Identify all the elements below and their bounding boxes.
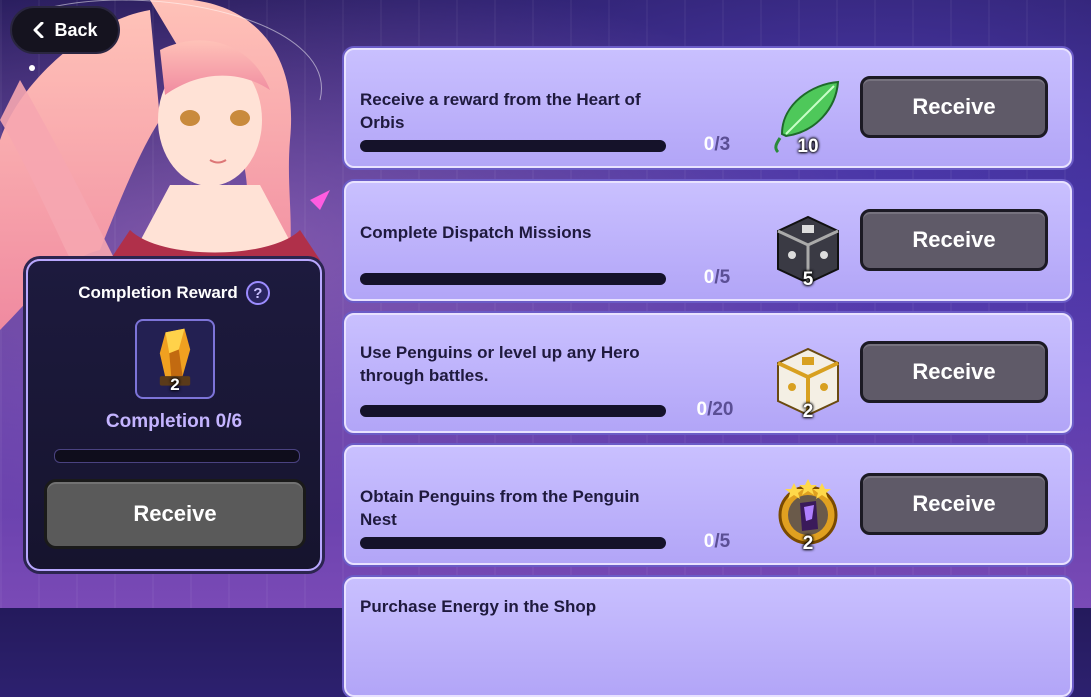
progress-total: /5 bbox=[714, 267, 731, 288]
progress-total: /3 bbox=[714, 134, 731, 155]
completion-reward-count: 2 bbox=[170, 375, 180, 394]
progress-current: 0 bbox=[703, 531, 715, 552]
mission-progress-bar bbox=[360, 537, 666, 549]
mission-reward[interactable]: 2 bbox=[772, 471, 844, 557]
reward-qty: 2 bbox=[802, 401, 814, 422]
mission-progress: 0/5 bbox=[692, 531, 742, 553]
reward-qty: 5 bbox=[802, 269, 814, 290]
receive-button[interactable]: Receive bbox=[860, 473, 1048, 535]
reward-qty: 2 bbox=[802, 533, 814, 554]
receive-button[interactable]: Receive bbox=[860, 341, 1048, 403]
mission-progress: 0/20 bbox=[680, 399, 750, 421]
mission-reward[interactable]: 5 bbox=[772, 207, 844, 293]
mission-progress: 0/5 bbox=[692, 267, 742, 289]
completion-progress-bar bbox=[54, 449, 300, 463]
receive-button[interactable]: Receive bbox=[860, 76, 1048, 138]
mission-reward[interactable]: 2 bbox=[772, 339, 844, 425]
progress-current: 0 bbox=[696, 399, 708, 420]
mission-description: Receive a reward from the Heart of Orbis bbox=[360, 90, 641, 132]
back-button[interactable]: Back bbox=[10, 6, 120, 54]
mission-progress: 0/3 bbox=[692, 134, 742, 156]
mission-card: Use Penguins or level up any Hero throug… bbox=[344, 313, 1072, 433]
mission-card: Complete Dispatch Missions 0/5 5 Receive bbox=[344, 181, 1072, 301]
progress-total: /5 bbox=[714, 531, 731, 552]
completion-reward-panel: Completion Reward ? 2 Completion 0/6 Rec… bbox=[26, 259, 322, 571]
mission-progress-bar bbox=[360, 273, 666, 285]
completion-receive-button[interactable]: Receive bbox=[44, 479, 306, 549]
chevron-left-icon bbox=[33, 22, 44, 38]
receive-button[interactable]: Receive bbox=[860, 209, 1048, 271]
mission-card: Receive a reward from the Heart of Orbis… bbox=[344, 48, 1072, 168]
reward-qty: 10 bbox=[797, 136, 819, 157]
back-label: Back bbox=[54, 19, 98, 40]
mission-description: Purchase Energy in the Shop bbox=[360, 597, 597, 616]
mission-card: Obtain Penguins from the Penguin Nest 0/… bbox=[344, 445, 1072, 565]
help-icon[interactable]: ? bbox=[245, 281, 270, 305]
progress-current: 0 bbox=[703, 134, 715, 155]
mission-progress-bar bbox=[360, 405, 666, 417]
mission-reward[interactable]: 10 bbox=[772, 74, 844, 160]
completion-progress-text: Completion 0/6 bbox=[105, 411, 243, 432]
mission-description: Use Penguins or level up any Hero throug… bbox=[360, 343, 640, 385]
mission-description: Obtain Penguins from the Penguin Nest bbox=[360, 487, 640, 529]
mission-card: Purchase Energy in the Shop bbox=[344, 577, 1072, 697]
mission-description: Complete Dispatch Missions bbox=[360, 223, 592, 242]
completion-title: Completion Reward bbox=[78, 283, 238, 302]
completion-title-row: Completion Reward ? bbox=[28, 281, 320, 305]
completion-reward-slot[interactable]: 2 bbox=[135, 319, 215, 399]
progress-total: /20 bbox=[707, 399, 734, 420]
progress-current: 0 bbox=[703, 267, 715, 288]
mission-progress-bar bbox=[360, 140, 666, 152]
